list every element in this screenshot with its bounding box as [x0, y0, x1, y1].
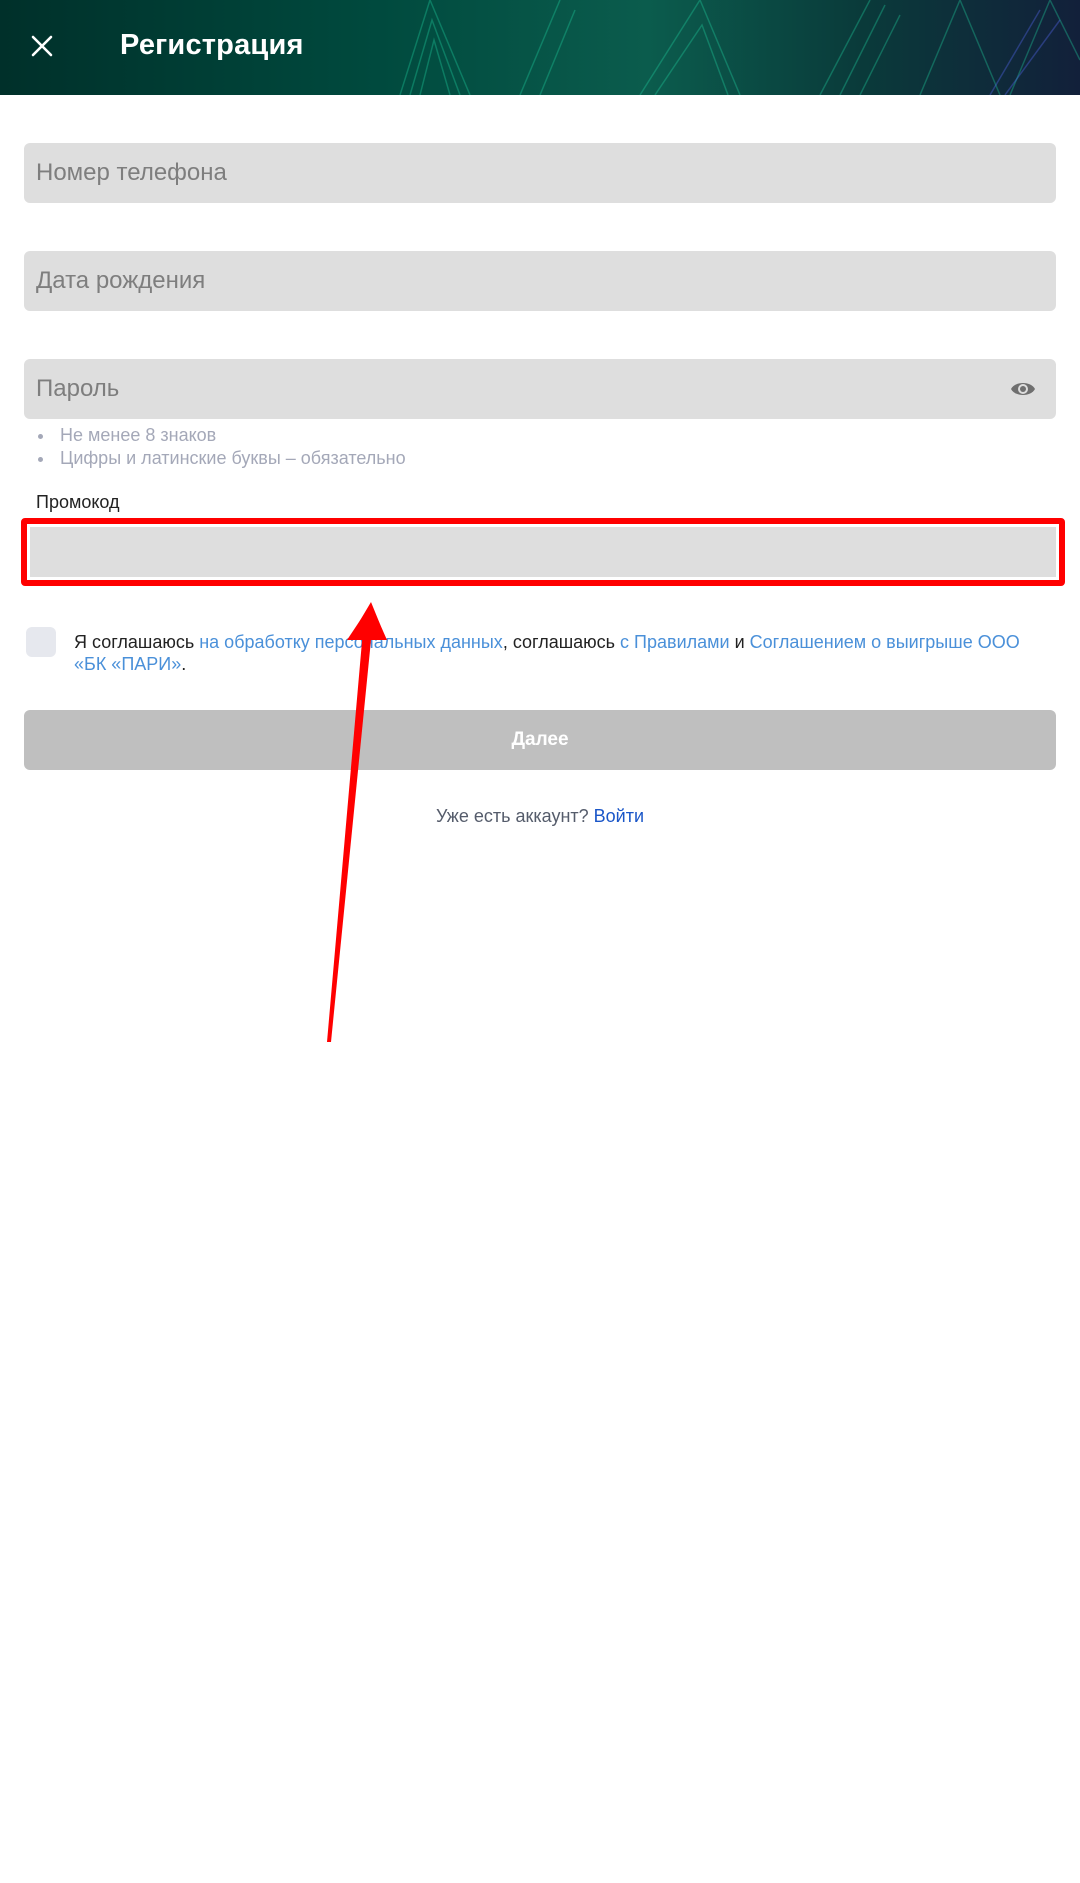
agreement-text-part: и: [729, 632, 750, 652]
promo-label: Промокод: [36, 492, 120, 512]
password-hint: Не менее 8 знаков: [36, 424, 406, 447]
agreement-text-part: , соглашаюсь: [502, 632, 621, 652]
password-placeholder: Пароль: [36, 375, 120, 402]
next-button[interactable]: Далее: [24, 710, 1056, 770]
agreement-text: Я соглашаюсь на обработку персональных д…: [74, 631, 1044, 675]
password-hints: Не менее 8 знаков Цифры и латинские букв…: [36, 424, 406, 470]
close-button[interactable]: [22, 26, 62, 66]
personal-data-link[interactable]: на обработку персональных данных: [199, 632, 503, 652]
page-title: Регистрация: [120, 29, 304, 61]
phone-field[interactable]: Номер телефона: [24, 143, 1056, 203]
promo-input[interactable]: [30, 527, 1056, 577]
phone-placeholder: Номер телефона: [36, 159, 227, 186]
login-row: Уже есть аккаунт? Войти: [0, 806, 1080, 827]
password-field[interactable]: Пароль: [24, 359, 1056, 419]
rules-link[interactable]: с Правилами: [620, 632, 730, 652]
agreement-text-part: .: [181, 654, 187, 674]
header-bar: Регистрация: [0, 0, 1080, 95]
agreement-text-part: Я соглашаюсь: [74, 632, 200, 652]
agreement-checkbox[interactable]: [26, 627, 56, 657]
login-prompt: Уже есть аккаунт?: [435, 806, 594, 826]
login-link[interactable]: Войти: [594, 806, 644, 826]
birthdate-field[interactable]: Дата рождения: [24, 251, 1056, 311]
birthdate-placeholder: Дата рождения: [36, 267, 206, 294]
eye-icon[interactable]: [1010, 377, 1036, 401]
close-icon: [31, 35, 53, 57]
password-hint: Цифры и латинские буквы – обязательно: [36, 447, 406, 470]
